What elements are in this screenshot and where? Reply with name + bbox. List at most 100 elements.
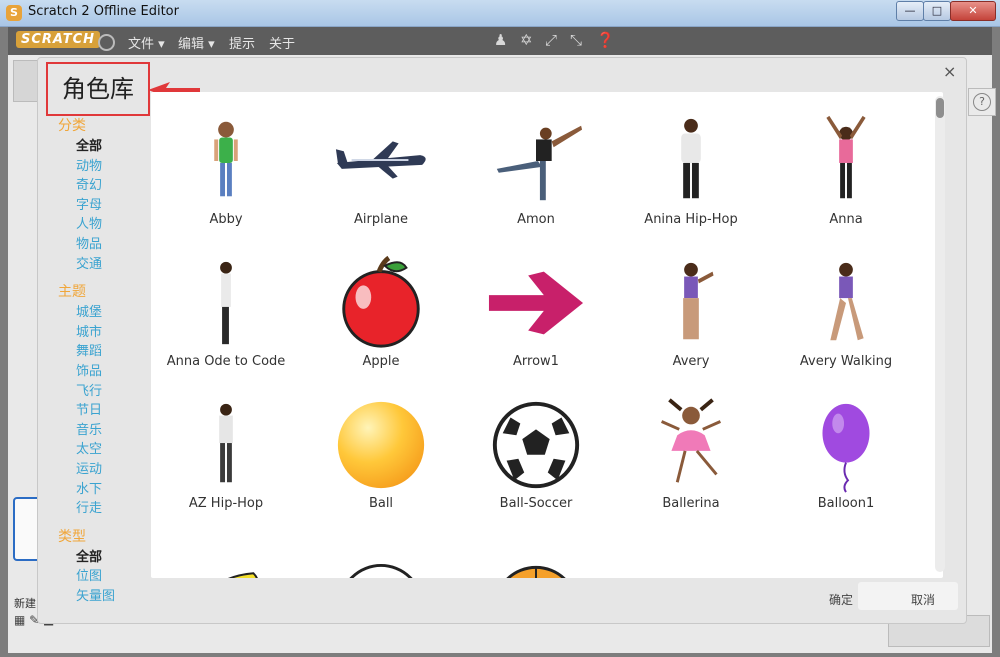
sprite-name: Anina Hip-Hop [644, 212, 738, 227]
airplane-icon [335, 141, 426, 179]
menu-bar: SCRATCH 文件 ▾ 编辑 ▾ 提示 关于 ♟ ✡ ⤢ ⤡ ❓ [8, 27, 992, 55]
watermark-overlay [858, 582, 958, 610]
sprite-name: Abby [209, 212, 243, 227]
sprite-tile[interactable] [616, 530, 766, 578]
arrow-icon [488, 271, 584, 335]
sprite-name: Anna [829, 212, 863, 227]
menu-about[interactable]: 关于 [269, 33, 295, 52]
sprite-tile[interactable]: Ball [306, 388, 456, 530]
sprite-tile[interactable]: Arrow1 [461, 246, 611, 388]
sprite-tile[interactable]: Avery [616, 246, 766, 388]
dancer-kick-icon [496, 125, 583, 201]
sprite-name: Anna Ode to Code [166, 354, 286, 369]
new-sprite-label: 新建 [14, 597, 36, 610]
sprite-tile[interactable]: Anna [771, 104, 921, 246]
sprite-tile[interactable]: Airplane [306, 104, 456, 246]
sprite-name: AZ Hip-Hop [188, 496, 264, 511]
soccer-ball-icon [492, 401, 580, 489]
sprite-tile[interactable] [771, 530, 921, 578]
sprite-name: Balloon1 [817, 496, 875, 511]
sprite-name: Ballerina [662, 496, 720, 511]
sprite-tile[interactable]: Anna Ode to Code [151, 246, 301, 388]
sidebar-item[interactable]: 行走 [58, 499, 150, 519]
grow-icon[interactable]: ⤢ [545, 31, 557, 49]
sidebar-item[interactable]: 物品 [58, 235, 150, 255]
cat-icon: S [6, 5, 22, 21]
sprite-name: Avery [672, 354, 710, 369]
sprite-tile[interactable] [306, 530, 456, 578]
girl-wave-icon [683, 262, 714, 340]
bat-icon [641, 538, 741, 578]
sidebar-item[interactable]: 位图 [58, 567, 150, 587]
close-icon[interactable]: × [943, 62, 956, 81]
sprite-tile[interactable]: Amon [461, 104, 611, 246]
apple-icon [342, 255, 420, 348]
sidebar-item[interactable]: 飞行 [58, 382, 150, 402]
yellow-ball-icon [337, 401, 425, 489]
sprite-tile[interactable]: Ballerina [616, 388, 766, 530]
globe-icon[interactable] [98, 34, 115, 51]
scratch-logo[interactable]: SCRATCH [16, 31, 101, 48]
sprite-tile[interactable] [151, 530, 301, 578]
sidebar-item[interactable]: 动物 [58, 157, 150, 177]
duplicate-stamp-icon[interactable]: ♟ [494, 31, 507, 49]
menu-file[interactable]: 文件 ▾ [128, 33, 165, 52]
sidebar-item[interactable]: 太空 [58, 440, 150, 460]
sidebar-item[interactable]: 音乐 [58, 421, 150, 441]
sidebar-item[interactable]: 饰品 [58, 362, 150, 382]
menu-tips[interactable]: 提示 [229, 33, 255, 52]
ballerina-icon [661, 398, 721, 483]
help-tab[interactable]: ? [968, 88, 996, 116]
sprite-name: Arrow1 [513, 354, 559, 369]
ok-button[interactable]: 确定 [829, 591, 853, 608]
sprite-tile[interactable]: Anina Hip-Hop [616, 104, 766, 246]
sprite-name: Amon [517, 212, 555, 227]
library-sidebar: 分类 全部 动物 奇幻 字母 人物 物品 交通 主题 城堡 城市 舞蹈 饰品 飞行 节日 音乐 太空 运动 水下 行走… [58, 116, 150, 606]
sprite-tile[interactable]: Ball-Soccer [461, 388, 611, 530]
maximize-button[interactable]: □ [923, 1, 951, 21]
sidebar-item[interactable]: 水下 [58, 480, 150, 500]
sprite-tile[interactable]: Apple [306, 246, 456, 388]
sidebar-item[interactable]: 字母 [58, 196, 150, 216]
sprite-tile[interactable]: AZ Hip-Hop [151, 388, 301, 530]
purple-balloon-icon [822, 403, 870, 493]
sidebar-item[interactable]: 城堡 [58, 303, 150, 323]
menu-edit[interactable]: 编辑 ▾ [178, 33, 215, 52]
sidebar-item[interactable]: 全部 [58, 137, 150, 157]
sidebar-item[interactable]: 节日 [58, 401, 150, 421]
girl-side-icon [220, 261, 232, 345]
cancel-button[interactable]: 取消 [911, 591, 935, 608]
sidebar-item[interactable]: 人物 [58, 215, 150, 235]
dialog-title: 角色库 [46, 62, 150, 116]
sidebar-item[interactable]: 全部 [58, 548, 150, 568]
baseball-icon [349, 563, 413, 578]
sidebar-item[interactable]: 矢量图 [58, 587, 150, 607]
bat-icon [796, 538, 896, 578]
sidebar-item[interactable]: 交通 [58, 255, 150, 275]
scrollbar-thumb[interactable] [936, 98, 944, 118]
sidebar-section-heading: 分类 [58, 118, 86, 134]
sprite-name: Ball [368, 496, 394, 511]
cut-icon[interactable]: ✡ [520, 31, 533, 49]
sidebar-section-heading: 主题 [58, 284, 86, 301]
sprite-tile[interactable]: Balloon1 [771, 388, 921, 530]
sidebar-item[interactable]: 舞蹈 [58, 342, 150, 362]
girl-arms-up-icon [826, 115, 866, 199]
minimize-button[interactable]: — [896, 1, 924, 21]
sidebar-item[interactable]: 奇幻 [58, 176, 150, 196]
close-window-button[interactable]: ✕ [950, 1, 996, 21]
window-title: Scratch 2 Offline Editor [28, 4, 179, 19]
sidebar-section-heading: 类型 [58, 528, 86, 545]
sprite-name: Avery Walking [799, 354, 893, 369]
sidebar-item[interactable]: 城市 [58, 323, 150, 343]
title-bar: S Scratch 2 Offline Editor — □ ✕ [0, 0, 1000, 27]
sprite-tile[interactable]: Abby [151, 104, 301, 246]
grid-scrollbar[interactable] [935, 96, 945, 572]
girl-walk-icon [830, 262, 864, 341]
help-icon[interactable]: ❓ [596, 31, 615, 49]
shrink-icon[interactable]: ⤡ [570, 31, 582, 49]
sidebar-item[interactable]: 运动 [58, 460, 150, 480]
boy-standing-icon [219, 403, 233, 483]
sprite-tile[interactable]: Avery Walking [771, 246, 921, 388]
sprite-tile[interactable] [461, 530, 611, 578]
